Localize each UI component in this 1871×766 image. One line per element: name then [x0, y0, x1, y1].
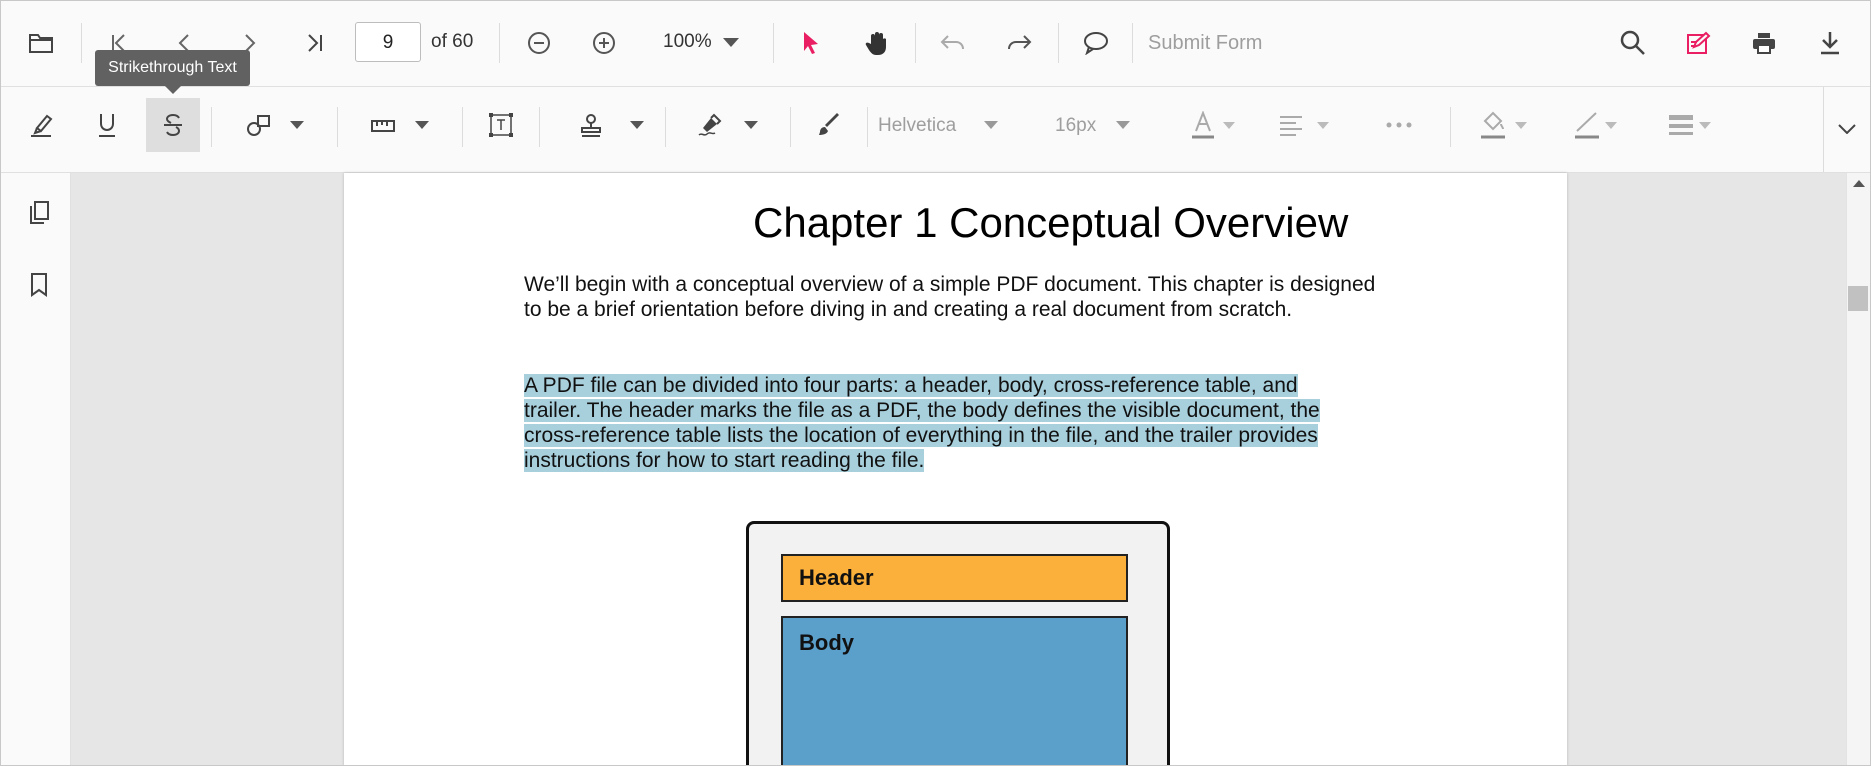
font-color-icon[interactable] [1185, 107, 1221, 143]
ink-brush-icon[interactable] [811, 107, 847, 143]
underline-icon[interactable] [89, 107, 125, 143]
selection-pointer-icon[interactable] [793, 25, 829, 61]
download-icon[interactable] [1812, 25, 1848, 61]
chevron-down-icon[interactable] [719, 31, 743, 55]
last-page-icon[interactable] [297, 25, 333, 61]
measure-icon[interactable] [365, 107, 401, 143]
text-align-icon[interactable] [1273, 107, 1309, 143]
scroll-up-icon[interactable] [1851, 177, 1867, 189]
chevron-down-icon[interactable] [1513, 119, 1529, 131]
chevron-down-icon[interactable] [629, 119, 645, 131]
main-toolbar: 9 of 60 100% Submit Form [1, 1, 1870, 87]
line-thickness-icon[interactable] [1663, 107, 1699, 143]
pdf-viewer: 9 of 60 100% Submit Form Helvetica 16px … [0, 0, 1871, 766]
separator [1132, 23, 1133, 63]
separator [867, 107, 868, 147]
separator [499, 23, 500, 63]
more-options-icon[interactable] [1381, 107, 1417, 143]
undo-icon[interactable] [935, 25, 971, 61]
signature-icon[interactable] [693, 107, 729, 143]
separator [211, 107, 212, 147]
separator [1823, 87, 1824, 172]
print-icon[interactable] [1746, 25, 1782, 61]
navigation-pane [1, 173, 71, 765]
separator [665, 107, 666, 147]
redo-icon[interactable] [1001, 25, 1037, 61]
stamp-icon[interactable] [573, 107, 609, 143]
vertical-scrollbar[interactable] [1846, 173, 1870, 765]
free-text-icon[interactable] [483, 107, 519, 143]
separator [1450, 107, 1451, 147]
selected-paragraph[interactable]: A PDF file can be divided into four part… [524, 373, 1384, 473]
font-family-dropdown[interactable]: Helvetica [878, 115, 956, 137]
chapter-title: Chapter 1 Conceptual Overview [753, 199, 1349, 246]
highlight-icon[interactable] [23, 107, 59, 143]
chevron-down-icon[interactable] [1221, 119, 1237, 131]
chevron-down-icon[interactable] [1603, 119, 1619, 131]
scrollbar-thumb[interactable] [1848, 286, 1868, 311]
chevron-down-icon[interactable] [1697, 119, 1713, 131]
page-thumbnails-icon[interactable] [21, 195, 57, 231]
shapes-icon[interactable] [241, 107, 277, 143]
diagram-header-box: Header [781, 554, 1128, 602]
separator [337, 107, 338, 147]
separator [1058, 23, 1059, 63]
strikethrough-icon[interactable] [155, 107, 191, 143]
chevron-down-icon[interactable] [743, 119, 759, 131]
stroke-color-icon[interactable] [1569, 107, 1605, 143]
search-icon[interactable] [1615, 25, 1651, 61]
chevron-down-icon[interactable] [1115, 119, 1131, 131]
submit-form-button[interactable]: Submit Form [1148, 32, 1262, 55]
chevron-down-icon[interactable] [1315, 119, 1331, 131]
bookmark-icon[interactable] [21, 267, 57, 303]
paragraph[interactable]: We’ll begin with a conceptual overview o… [524, 272, 1384, 322]
edit-annotation-icon[interactable] [1681, 25, 1717, 61]
fill-color-icon[interactable] [1475, 107, 1511, 143]
selected-text-line[interactable]: A PDF file can be divided into four part… [524, 374, 1298, 397]
diagram-body-box: Body [781, 616, 1128, 765]
separator [773, 23, 774, 63]
separator [790, 107, 791, 147]
separator [915, 23, 916, 63]
selected-text-line[interactable]: cross-reference table lists the location… [524, 424, 1318, 447]
pan-hand-icon[interactable] [859, 25, 895, 61]
chevron-down-icon[interactable] [983, 119, 999, 131]
comment-icon[interactable] [1078, 25, 1114, 61]
zoom-out-icon[interactable] [521, 25, 557, 61]
page-count: of 60 [431, 31, 474, 52]
zoom-dropdown[interactable]: 100% [663, 31, 712, 53]
tooltip: Strikethrough Text [95, 50, 250, 94]
selected-text-line[interactable]: instructions for how to start reading th… [524, 449, 925, 472]
chevron-down-icon[interactable] [289, 119, 305, 131]
separator [81, 23, 82, 63]
font-size-dropdown[interactable]: 16px [1055, 115, 1096, 137]
separator [539, 107, 540, 147]
page-number-input[interactable]: 9 [355, 22, 421, 62]
zoom-in-icon[interactable] [586, 25, 622, 61]
selected-text-line[interactable]: trailer. The header marks the file as a … [524, 399, 1320, 422]
chevron-down-icon[interactable] [414, 119, 430, 131]
separator [462, 107, 463, 147]
expand-toolbar-icon[interactable] [1833, 117, 1861, 141]
open-file-icon[interactable] [23, 25, 59, 61]
